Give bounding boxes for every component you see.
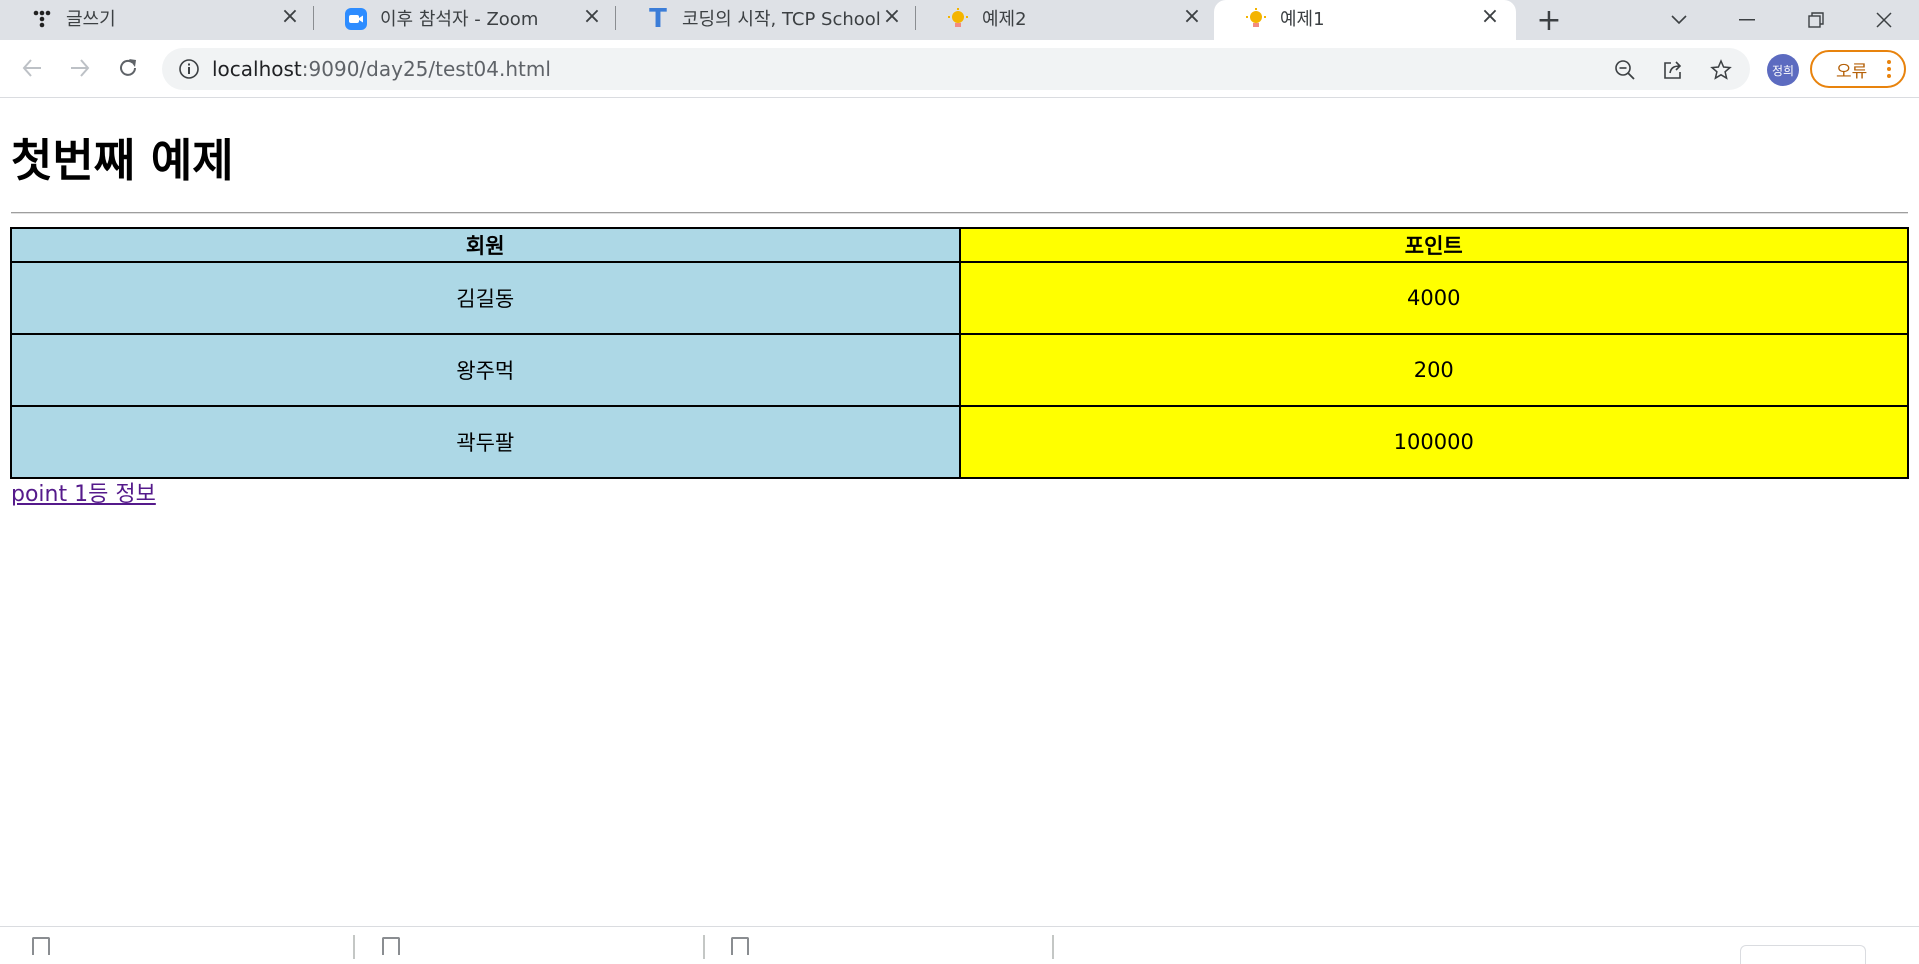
table-row: 곽두팔 100000 — [10, 405, 1909, 479]
new-tab-button[interactable]: + — [1533, 3, 1565, 38]
horizontal-rule — [11, 212, 1908, 214]
url-path: :9090/day25/test04.html — [301, 57, 551, 81]
error-button[interactable]: 오류 — [1810, 50, 1906, 88]
point-top-info-link[interactable]: point 1등 정보 — [11, 476, 156, 508]
tistory-icon — [30, 7, 54, 31]
file-icon[interactable] — [731, 937, 749, 955]
info-icon[interactable] — [178, 58, 200, 80]
table-row: 왕주먹 200 — [10, 333, 1909, 407]
tab-title: 글쓰기 — [66, 9, 116, 30]
bulb-icon — [946, 7, 970, 31]
error-label: 오류 — [1836, 61, 1868, 82]
point-cell: 200 — [958, 333, 1909, 407]
tcp-school-icon: T — [649, 4, 667, 34]
reload-button[interactable] — [112, 52, 144, 84]
bulb-icon — [1244, 7, 1268, 31]
address-bar[interactable]: localhost:9090/day25/test04.html — [162, 48, 1750, 90]
bookmark-star-icon[interactable] — [1708, 57, 1734, 83]
url-text[interactable]: localhost:9090/day25/test04.html — [212, 57, 551, 81]
tab-example2[interactable]: 예제2 × — [916, 0, 1214, 36]
member-cell: 곽두팔 — [10, 405, 961, 479]
file-icon[interactable] — [382, 937, 400, 955]
minimize-button[interactable] — [1731, 4, 1763, 36]
url-host: localhost — [212, 57, 302, 81]
table-row: 김길동 4000 — [10, 261, 1909, 335]
forward-button[interactable] — [64, 52, 96, 84]
share-icon[interactable] — [1660, 57, 1686, 83]
member-cell: 김길동 — [10, 261, 961, 335]
page-title: 첫번째 예제 — [11, 134, 234, 187]
shelf-separator — [1052, 935, 1054, 959]
tab-title: 예제2 — [982, 9, 1027, 30]
table-header-row: 회원 포인트 — [10, 227, 1909, 263]
back-button[interactable] — [16, 52, 48, 84]
zoom-icon — [344, 7, 368, 31]
zoom-out-icon[interactable] — [1612, 57, 1638, 83]
page-content: 첫번째 예제 회원 포인트 김길동 4000 왕주먹 200 곽두팔 10000… — [0, 98, 1919, 926]
close-icon[interactable]: × — [1180, 4, 1204, 29]
header-member: 회원 — [10, 227, 961, 263]
show-all-button[interactable] — [1740, 945, 1866, 964]
file-icon[interactable] — [32, 937, 50, 955]
points-table: 회원 포인트 김길동 4000 왕주먹 200 곽두팔 100000 — [10, 227, 1909, 479]
close-icon[interactable]: × — [278, 4, 302, 29]
tab-strip: 글쓰기 × 이후 참석자 - Zoom × T 코딩의 시작, TCP Scho… — [0, 0, 1919, 48]
member-cell: 왕주먹 — [10, 333, 961, 407]
close-icon[interactable]: × — [580, 4, 604, 29]
tab-tcp-school[interactable]: T 코딩의 시작, TCP School × — [616, 0, 914, 36]
close-icon[interactable]: × — [1478, 4, 1502, 29]
bottom-bar — [0, 926, 1919, 964]
tab-title: 예제1 — [1280, 9, 1325, 30]
close-window-button[interactable] — [1868, 4, 1900, 36]
browser-toolbar: localhost:9090/day25/test04.html 정희 오류 — [0, 40, 1919, 98]
point-cell: 100000 — [958, 405, 1909, 479]
restore-button[interactable] — [1800, 4, 1832, 36]
tab-title: 이후 참석자 - Zoom — [380, 9, 539, 30]
tab-search-chevron-icon[interactable] — [1663, 4, 1695, 36]
tab-title: 코딩의 시작, TCP School — [682, 9, 881, 30]
shelf-separator — [703, 935, 705, 959]
more-vert-icon — [1886, 58, 1892, 80]
tab-zoom[interactable]: 이후 참석자 - Zoom × — [314, 0, 614, 36]
avatar[interactable]: 정희 — [1767, 54, 1799, 86]
close-icon[interactable]: × — [880, 4, 904, 29]
tab-write[interactable]: 글쓰기 × — [0, 0, 312, 36]
header-point: 포인트 — [958, 227, 1909, 263]
shelf-separator — [353, 935, 355, 959]
point-cell: 4000 — [958, 261, 1909, 335]
